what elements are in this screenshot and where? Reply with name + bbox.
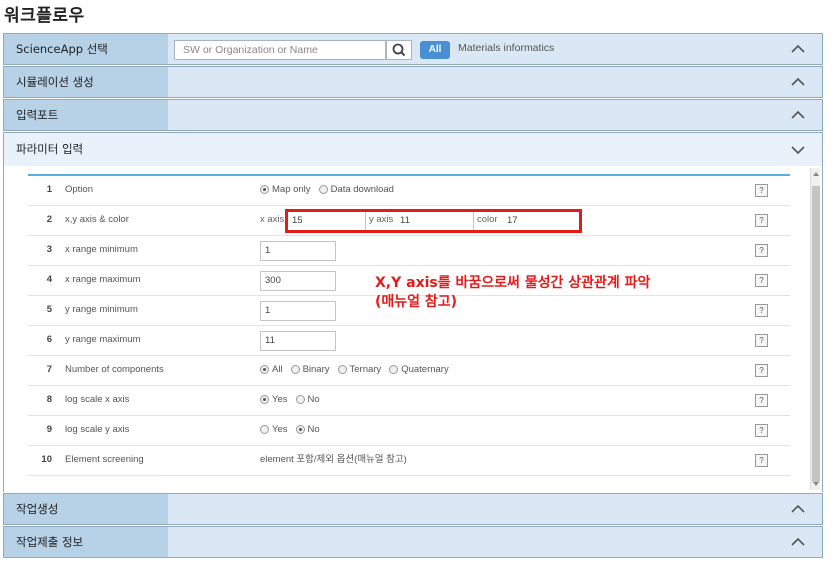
radio-ternary[interactable]: Ternary bbox=[337, 364, 381, 375]
radio-all[interactable]: All bbox=[260, 364, 283, 375]
chevron-up-icon[interactable] bbox=[790, 536, 806, 548]
chevron-down-icon[interactable] bbox=[790, 144, 806, 156]
row-number: 8 bbox=[46, 394, 52, 405]
section-job-submit-label: 작업제출 정보 bbox=[4, 527, 168, 557]
section-simulation[interactable]: 시뮬레이션 생성 bbox=[3, 66, 823, 98]
x-axis-label: x axis bbox=[260, 214, 285, 225]
y-range-max-input[interactable]: 11 bbox=[260, 331, 336, 351]
color-input[interactable]: 17 bbox=[503, 211, 581, 231]
help-icon[interactable]: ? bbox=[755, 274, 768, 287]
radio-binary[interactable]: Binary bbox=[290, 364, 330, 375]
row-number: 5 bbox=[46, 304, 52, 315]
radio-logx-yes[interactable]: Yes bbox=[260, 394, 288, 405]
annotation-text: X,Y axis를 바꿈으로써 물성간 상관관계 파악 (매뉴얼 참고) bbox=[375, 274, 650, 312]
param-name: y range maximum bbox=[65, 334, 141, 345]
row-number: 10 bbox=[41, 454, 52, 465]
param-name: log scale y axis bbox=[65, 424, 130, 435]
vertical-scrollbar[interactable] bbox=[810, 168, 820, 490]
row-number: 9 bbox=[46, 424, 52, 435]
help-icon[interactable]: ? bbox=[755, 184, 768, 197]
table-row: 1 Option Map only Data download ? bbox=[28, 176, 790, 206]
scroll-thumb[interactable] bbox=[812, 186, 820, 482]
radio-quaternary[interactable]: Quaternary bbox=[389, 364, 449, 375]
param-name: Number of components bbox=[65, 364, 164, 375]
row-number: 2 bbox=[46, 214, 52, 225]
section-inputport[interactable]: 입력포트 bbox=[3, 99, 823, 131]
scroll-down-icon[interactable] bbox=[813, 482, 819, 486]
table-row: 6 y range maximum 11 ? bbox=[28, 326, 790, 356]
section-job-create-label: 작업생성 bbox=[4, 494, 168, 524]
help-icon[interactable]: ? bbox=[755, 214, 768, 227]
annotation-line-1: X,Y axis를 바꿈으로써 물성간 상관관계 파악 bbox=[375, 275, 651, 291]
annotation-line-2: (매뉴얼 참고) bbox=[375, 294, 458, 310]
section-scienceapp-label: ScienceApp 선택 bbox=[4, 34, 168, 64]
table-row: 9 log scale y axis Yes No ? bbox=[28, 416, 790, 446]
radio-data-download[interactable]: Data download bbox=[318, 184, 394, 195]
table-row: 7 Number of components All Binary Ternar… bbox=[28, 356, 790, 386]
category-label[interactable]: Materials informatics bbox=[458, 42, 554, 54]
radio-logy-yes[interactable]: Yes bbox=[260, 424, 288, 435]
x-axis-input[interactable]: 15 bbox=[288, 211, 366, 231]
section-job-submit[interactable]: 작업제출 정보 bbox=[3, 526, 823, 558]
section-job-create[interactable]: 작업생성 bbox=[3, 493, 823, 525]
table-row: 3 x range minimum 1 ? bbox=[28, 236, 790, 266]
chevron-up-icon[interactable] bbox=[790, 109, 806, 121]
search-button[interactable] bbox=[386, 40, 412, 60]
help-icon[interactable]: ? bbox=[755, 424, 768, 437]
help-icon[interactable]: ? bbox=[755, 364, 768, 377]
table-row: 2 x,y axis & color x axis 15 y axis 11 c… bbox=[28, 206, 790, 236]
element-screening-text[interactable]: element 포함/제외 옵션(매뉴얼 참고) bbox=[260, 446, 407, 474]
page-title: 워크플로우 bbox=[4, 6, 85, 26]
color-label: color bbox=[477, 214, 498, 225]
param-name: Element screening bbox=[65, 454, 144, 465]
section-inputport-label: 입력포트 bbox=[4, 100, 168, 130]
chevron-up-icon[interactable] bbox=[790, 76, 806, 88]
radio-logy-no[interactable]: No bbox=[295, 424, 320, 435]
param-name: log scale x axis bbox=[65, 394, 130, 405]
y-axis-input[interactable]: 11 bbox=[396, 211, 474, 231]
chevron-up-icon[interactable] bbox=[790, 503, 806, 515]
scroll-up-icon[interactable] bbox=[813, 172, 819, 176]
section-parameter[interactable]: 파라미터 입력 bbox=[3, 132, 823, 167]
x-range-min-input[interactable]: 1 bbox=[260, 241, 336, 261]
param-name: x,y axis & color bbox=[65, 214, 129, 225]
radio-logx-no[interactable]: No bbox=[295, 394, 320, 405]
row-number: 4 bbox=[46, 274, 52, 285]
parameter-panel: 1 Option Map only Data download ? 2 x,y … bbox=[3, 166, 823, 492]
chevron-up-icon[interactable] bbox=[790, 43, 806, 55]
search-icon bbox=[392, 43, 406, 57]
table-row: 8 log scale x axis Yes No ? bbox=[28, 386, 790, 416]
y-axis-label: y axis bbox=[369, 214, 394, 225]
help-icon[interactable]: ? bbox=[755, 334, 768, 347]
section-parameter-label: 파라미터 입력 bbox=[4, 133, 168, 166]
row-number: 6 bbox=[46, 334, 52, 345]
param-name: y range minimum bbox=[65, 304, 138, 315]
param-name: x range minimum bbox=[65, 244, 138, 255]
all-filter-button[interactable]: All bbox=[420, 41, 450, 59]
y-range-min-input[interactable]: 1 bbox=[260, 301, 336, 321]
section-scienceapp[interactable]: ScienceApp 선택 SW or Organization or Name… bbox=[3, 33, 823, 65]
x-range-max-input[interactable]: 300 bbox=[260, 271, 336, 291]
row-number: 7 bbox=[46, 364, 52, 375]
param-name: Option bbox=[65, 184, 93, 195]
table-row: 10 Element screening element 포함/제외 옵션(매뉴… bbox=[28, 446, 790, 476]
section-simulation-label: 시뮬레이션 생성 bbox=[4, 67, 168, 97]
parameter-table: 1 Option Map only Data download ? 2 x,y … bbox=[28, 174, 790, 476]
row-number: 3 bbox=[46, 244, 52, 255]
search-input[interactable]: SW or Organization or Name bbox=[174, 40, 386, 60]
help-icon[interactable]: ? bbox=[755, 394, 768, 407]
radio-map-only[interactable]: Map only bbox=[260, 184, 311, 195]
help-icon[interactable]: ? bbox=[755, 454, 768, 467]
help-icon[interactable]: ? bbox=[755, 304, 768, 317]
row-number: 1 bbox=[46, 184, 52, 195]
param-name: x range maximum bbox=[65, 274, 141, 285]
help-icon[interactable]: ? bbox=[755, 244, 768, 257]
